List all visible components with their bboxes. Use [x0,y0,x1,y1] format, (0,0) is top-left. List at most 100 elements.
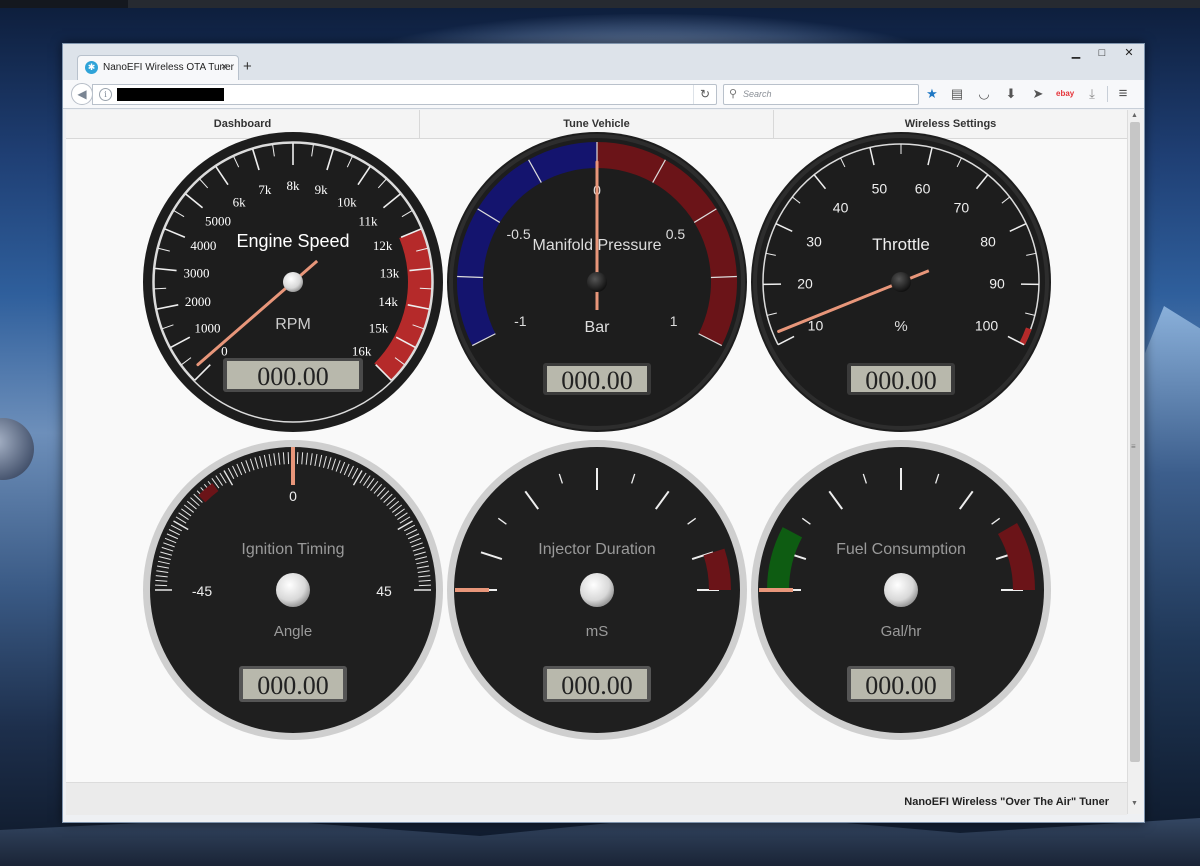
gauge-readout: 000.00 [561,671,633,700]
tick-label: 13k [380,265,400,280]
tick-label: -1 [514,313,527,329]
maximize-button[interactable]: □ [1089,44,1115,62]
scroll-down-arrow-icon[interactable]: ▼ [1131,800,1138,807]
tick-label: 7k [258,182,272,197]
search-icon: ⚲ [729,88,738,100]
gauge-injector-duration: Injector Duration mS 000.00 [447,440,747,740]
reading-list-icon[interactable]: ▤ [948,85,966,103]
tick-label: 10k [337,194,357,209]
gauge-units: Bar [585,319,611,336]
tick-label: 80 [980,233,996,249]
tick-label: 15k [369,321,389,336]
tick-label: 2000 [185,294,211,309]
needle-hub [884,573,918,607]
tick-label: 20 [797,276,813,292]
toolbar-divider [1107,86,1108,102]
tick-label: 30 [806,233,822,249]
taskbar-strip [128,0,1200,8]
tick-label: 5000 [205,213,231,228]
gauge-fuel-consumption: Fuel Consumption Gal/hr 000.00 [751,440,1051,740]
minor-tick [419,287,432,290]
tick-label: 45 [376,583,392,599]
gauge-panel: 0100020003000400050006k7k 8k 9k10k11k12k13… [143,132,1051,740]
gauge-title: Engine Speed [236,231,349,251]
downloads-icon[interactable]: ⤓ [1083,85,1101,103]
favicon-icon: ✱ [85,61,98,74]
tick-label: 4000 [190,238,216,253]
gauge-title: Ignition Timing [241,541,344,558]
tick-label: 0 [221,344,228,359]
search-input[interactable]: ⚲ Search [723,84,919,105]
needle-hub [580,573,614,607]
needle-hub [587,272,607,292]
tick-label: 3000 [183,265,209,280]
tick-label: 60 [915,180,931,196]
gauge-title: Fuel Consumption [836,541,966,558]
tick-label: 14k [378,294,398,309]
tick-label: 11k [358,213,378,228]
info-icon[interactable]: i [99,88,112,101]
menu-hamburger-icon[interactable]: ≡ [1114,85,1132,103]
browser-tab[interactable]: ✱ NanoEFI Wireless OTA Tuner × [77,55,239,81]
reload-icon[interactable]: ↻ [693,85,716,104]
tick-label: 1000 [194,321,220,336]
close-button[interactable]: ✕ [1115,44,1143,62]
tick-label: 1 [670,313,678,329]
footer-text: NanoEFI Wireless "Over The Air" Tuner [904,796,1109,808]
ebay-icon[interactable]: ebay [1056,85,1074,103]
tick-label: 0 [289,488,297,504]
minimize-button[interactable]: ▁ [1063,44,1089,62]
gauge-title: Injector Duration [538,541,655,558]
back-arrow-icon[interactable]: ◀ [71,83,93,105]
gauge-engine-speed: 01000 2000 3000 4000 50006k 7k 8k 9k 10k11k 12k 13… [143,132,443,432]
tick-label: 16k [352,344,372,359]
title-bar: ✱ NanoEFI Wireless OTA Tuner × + ▁ □ ✕ [63,44,1144,81]
url-bar[interactable]: i ↻ [92,84,717,105]
gauge-units: % [894,318,907,335]
browser-window: ✱ NanoEFI Wireless OTA Tuner × + ▁ □ ✕ ◀… [62,43,1145,823]
page-content: Dashboard Tune Vehicle Wireless Settings… [66,110,1127,815]
search-placeholder: Search [743,89,772,99]
tick-label: -0.5 [506,226,530,242]
gauge-readout: 000.00 [865,366,937,395]
navigation-toolbar: ◀ i ↻ ⚲ Search ★ ▤ ◡ ⬇ ➤ ebay ⤓ ≡ [63,80,1144,109]
needle-hub [891,272,911,292]
scroll-up-arrow-icon[interactable]: ▲ [1131,112,1138,119]
os-taskbar [0,0,1200,8]
tick-label: 8k [287,178,301,193]
page-footer: NanoEFI Wireless "Over The Air" Tuner [66,782,1127,815]
gauge-units: mS [586,623,609,640]
new-tab-button[interactable]: + [243,58,252,75]
gauge-readout: 000.00 [257,362,329,391]
gauge-throttle: 1020304050 60708090100 Throttle % 000.00 [751,132,1051,432]
needle-hub [283,272,303,292]
scrollbar[interactable]: ▲ ≡ ▼ [1127,110,1143,814]
tick-label: -45 [192,583,212,599]
gauge-title: Throttle [872,235,930,254]
needle-hub [276,573,310,607]
scroll-grip-icon: ≡ [1131,442,1136,451]
redacted-url [117,88,224,101]
tab-close-icon[interactable]: × [221,61,227,73]
tick-label: 6k [233,194,247,209]
gauge-readout: 000.00 [865,671,937,700]
bookmark-star-icon[interactable]: ★ [923,85,941,103]
send-icon[interactable]: ➤ [1029,85,1047,103]
tick-label: 0.5 [666,226,686,242]
tick-label: 70 [954,199,970,215]
tick-label: 100 [975,318,999,334]
gauge-units: RPM [275,316,311,333]
minor-tick [154,287,167,290]
download-arrow-icon[interactable]: ⬇ [1002,85,1020,103]
gauge-ignition-timing: -45 0 45 Ignition Timing Angle 000.00 [143,440,443,740]
tick-label: 50 [872,180,888,196]
pocket-icon[interactable]: ◡ [975,85,993,103]
tick-label: 12k [373,238,393,253]
gauge-readout: 000.00 [561,366,633,395]
gauge-manifold-pressure: -1-0.500.51 Manifold Pressure Bar 000.00 [447,132,747,432]
tick-label: 90 [989,276,1005,292]
gauge-readout: 000.00 [257,671,329,700]
tick-label: 9k [315,182,329,197]
tick-label: 40 [833,199,849,215]
wallpaper-moon [0,418,34,480]
